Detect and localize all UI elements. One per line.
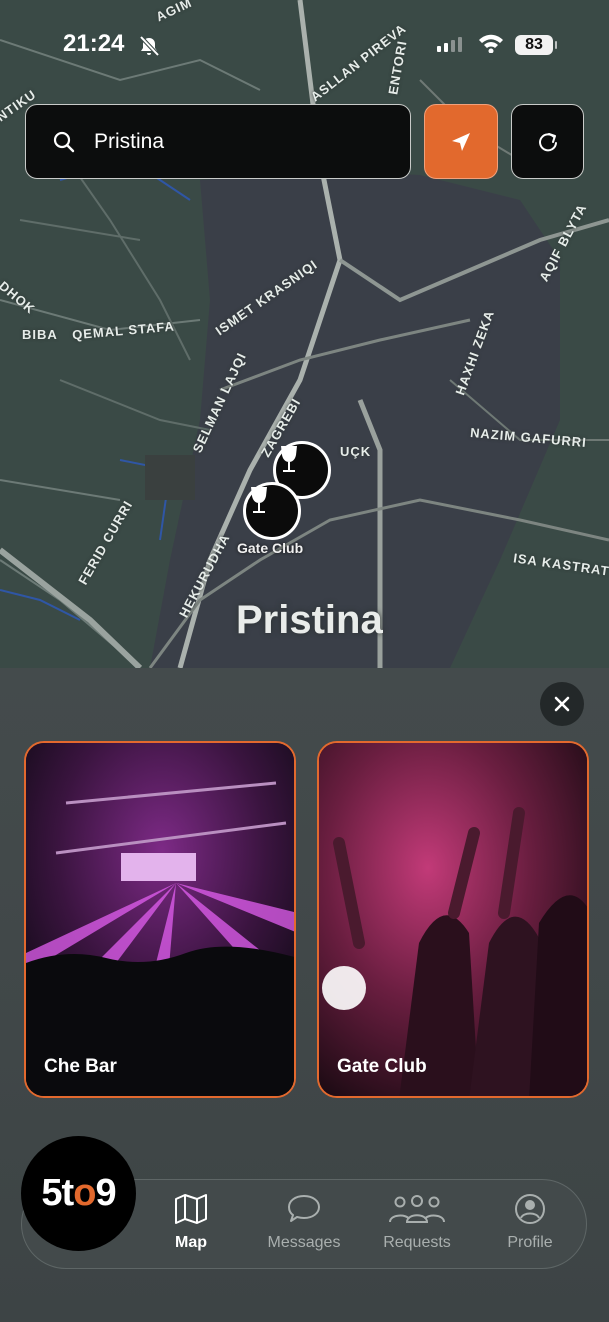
app-logo[interactable]: 5t o 9: [21, 1136, 136, 1251]
venue-card[interactable]: Che Bar: [24, 741, 296, 1098]
logo-text: 9: [95, 1172, 116, 1214]
logo-text: 5t: [41, 1172, 74, 1214]
cellular-signal-icon: [437, 37, 462, 52]
status-time: 21:24: [63, 30, 125, 57]
venue-pin-gate-club[interactable]: [243, 482, 301, 540]
refresh-button[interactable]: [511, 104, 584, 179]
nav-label: Messages: [267, 1234, 341, 1251]
venue-image: [26, 743, 294, 1096]
street-label: UÇK: [340, 444, 372, 459]
wifi-icon: [479, 34, 503, 53]
venue-name: Che Bar: [44, 1056, 117, 1077]
close-button[interactable]: [540, 682, 584, 726]
user-circle-icon: [515, 1194, 545, 1224]
nav-label: Requests: [383, 1234, 451, 1251]
current-location-button[interactable]: [424, 104, 498, 179]
wine-glass-icon: [281, 446, 297, 472]
map-icon: [175, 1194, 207, 1224]
search-icon: [53, 131, 75, 152]
location-arrow-icon: [452, 132, 470, 151]
nav-map[interactable]: Map: [141, 1193, 241, 1252]
nav-profile[interactable]: Profile: [480, 1193, 580, 1252]
nav-requests[interactable]: Requests: [367, 1193, 467, 1252]
venue-image: [319, 743, 587, 1096]
group-icon: [389, 1195, 445, 1223]
nav-label: Map: [175, 1234, 207, 1251]
chat-bubble-icon: [288, 1195, 320, 1222]
logo-accent: o: [73, 1172, 96, 1214]
street-label: BIBA: [22, 327, 58, 342]
refresh-icon: [538, 132, 557, 151]
bell-muted-icon: [139, 35, 160, 57]
close-icon: [554, 696, 570, 712]
search-bar[interactable]: [25, 104, 411, 179]
venue-name: Gate Club: [337, 1056, 427, 1077]
city-label: Pristina: [236, 598, 383, 642]
nav-messages[interactable]: Messages: [254, 1193, 354, 1252]
search-input[interactable]: [92, 128, 376, 155]
map-view[interactable]: AGIM ASLLAN PIREVA ENTORI NTIKU ISMET KR…: [0, 0, 609, 668]
venue-card[interactable]: Gate Club: [317, 741, 589, 1098]
nav-label: Profile: [507, 1234, 553, 1251]
battery-indicator: 83: [515, 35, 557, 55]
pin-label: Gate Club: [237, 540, 304, 556]
wine-glass-icon: [251, 487, 267, 513]
